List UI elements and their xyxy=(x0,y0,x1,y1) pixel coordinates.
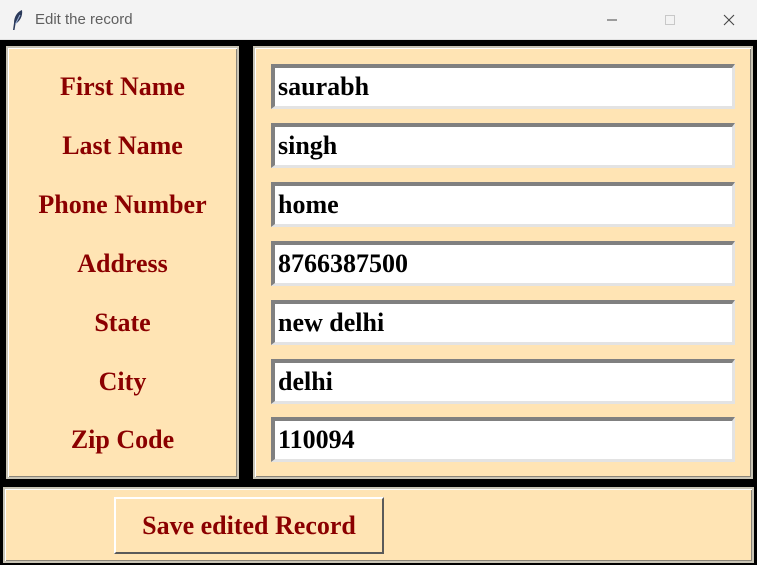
labels-panel: First Name Last Name Phone Number Addres… xyxy=(6,46,239,479)
actions-panel: Save edited Record xyxy=(3,487,754,563)
maximize-button[interactable] xyxy=(642,0,698,40)
close-icon xyxy=(723,14,735,26)
phone-number-label: Phone Number xyxy=(38,190,207,219)
feather-icon xyxy=(13,10,23,30)
fields-panel xyxy=(253,46,753,479)
address-label: Address xyxy=(77,249,168,278)
maximize-icon xyxy=(665,15,675,25)
phone-number-field[interactable] xyxy=(271,182,735,227)
first-name-field[interactable] xyxy=(271,64,735,109)
city-field[interactable] xyxy=(271,359,735,404)
save-edited-record-button[interactable]: Save edited Record xyxy=(114,497,384,554)
last-name-label: Last Name xyxy=(62,131,183,160)
window-title: Edit the record xyxy=(35,11,133,28)
city-label: City xyxy=(98,367,147,396)
zip-code-label: Zip Code xyxy=(70,425,175,454)
close-button[interactable] xyxy=(701,0,757,40)
state-label: State xyxy=(94,308,151,337)
title-bar: Edit the record xyxy=(0,0,757,40)
zip-code-field[interactable] xyxy=(271,417,735,462)
minimize-button[interactable] xyxy=(584,0,640,40)
minimize-icon xyxy=(607,19,617,21)
last-name-field[interactable] xyxy=(271,123,735,168)
address-field[interactable] xyxy=(271,241,735,286)
state-field[interactable] xyxy=(271,300,735,345)
first-name-label: First Name xyxy=(60,72,185,101)
